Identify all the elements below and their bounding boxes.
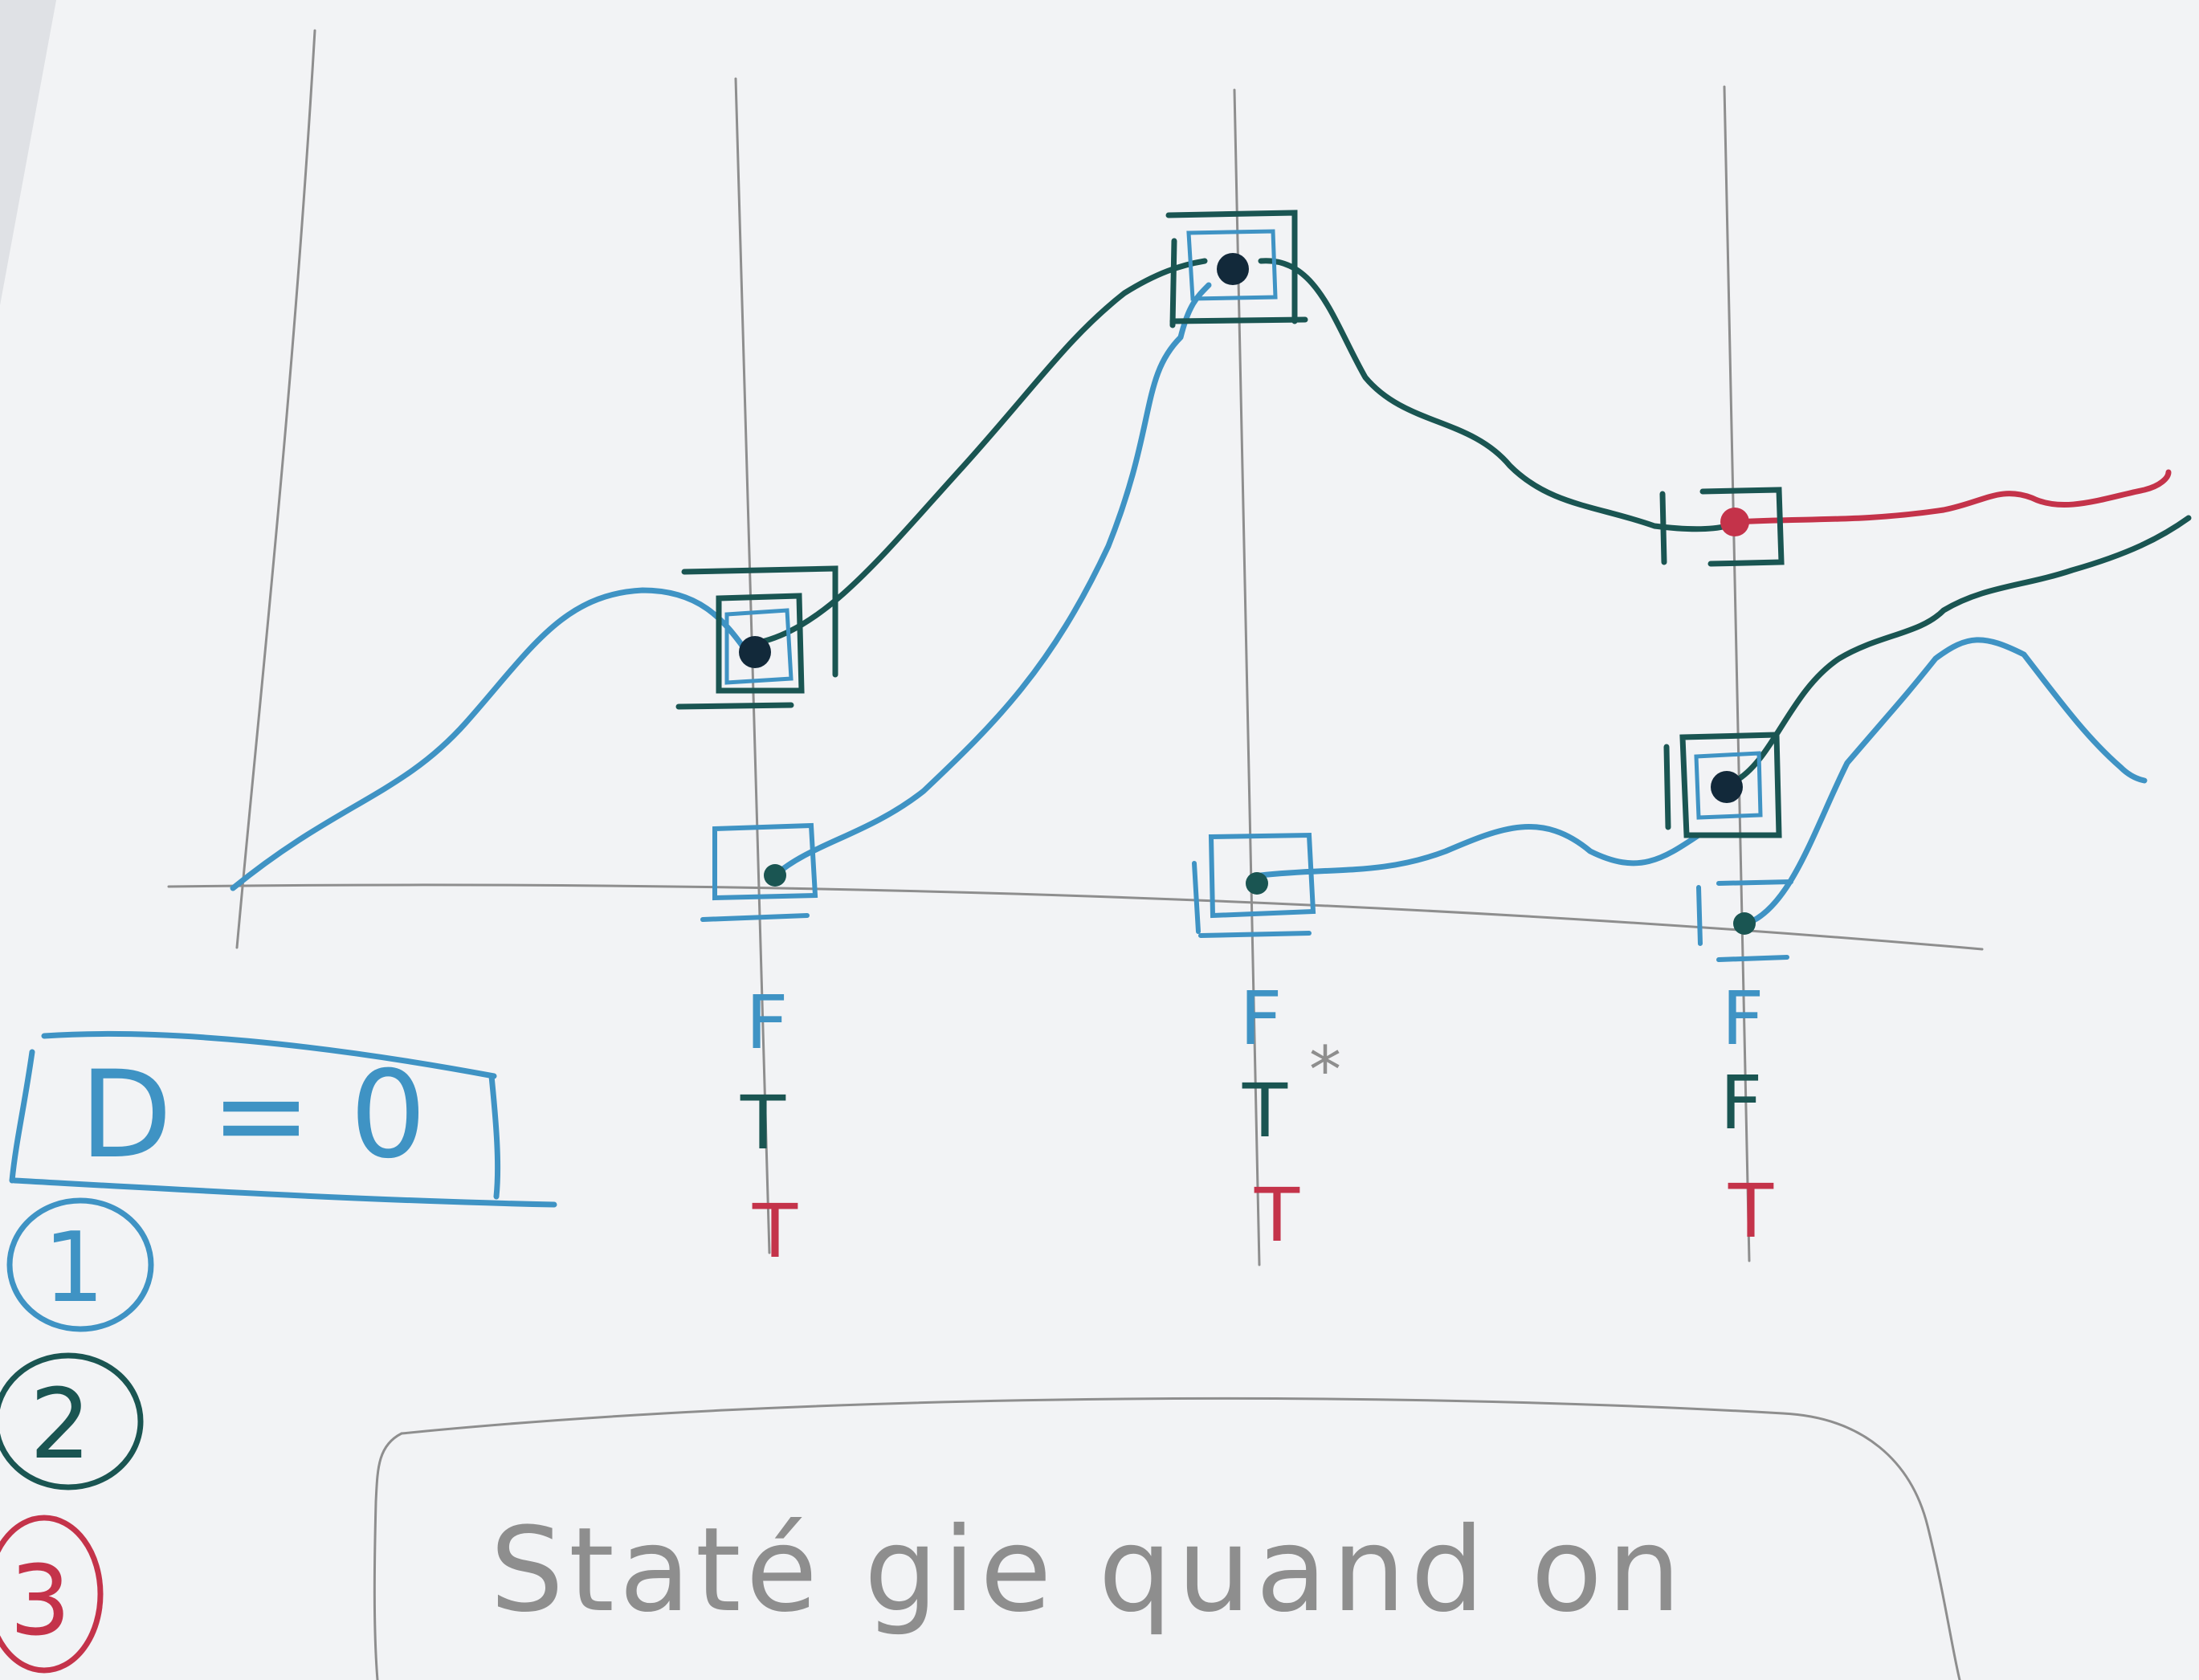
node-frame-top bbox=[1716, 879, 1793, 886]
pencil-note-text: Staté gie quand on bbox=[490, 1503, 1686, 1638]
node-frame-underline bbox=[1716, 955, 1789, 962]
col2-red-letter: T bbox=[1254, 1172, 1300, 1258]
legend-title: D = 0 bbox=[80, 1046, 426, 1185]
col3-green-letter: F bbox=[1720, 1060, 1763, 1146]
node-frame-left bbox=[1169, 238, 1177, 328]
legend-number: 3 bbox=[10, 1546, 71, 1658]
photo-of-notebook-sketch: F T T F * T T F F T D = 0 1 2 3 Staté gi… bbox=[0, 0, 2199, 1680]
col2-blue-letter: F bbox=[1240, 976, 1283, 1062]
node-dot bbox=[764, 864, 786, 887]
col1-red-letter: T bbox=[752, 1189, 798, 1274]
col2-star: * bbox=[1309, 1033, 1341, 1107]
node-dot bbox=[1720, 508, 1749, 536]
node-dot bbox=[1217, 253, 1249, 285]
node-frame-underline bbox=[1169, 316, 1308, 324]
paper-sheet bbox=[0, 0, 2199, 1680]
node-frame-left bbox=[1696, 885, 1703, 946]
col1-green-letter: T bbox=[740, 1080, 786, 1166]
legend-number: 1 bbox=[43, 1213, 104, 1324]
node-frame-underline bbox=[1198, 931, 1312, 938]
node-dot bbox=[1733, 912, 1756, 935]
node-dot bbox=[739, 636, 771, 668]
node-frame-underline bbox=[675, 702, 794, 710]
col1-blue-letter: F bbox=[746, 980, 789, 1066]
col3-red-letter: T bbox=[1728, 1168, 1774, 1254]
notebook-page: F T T F * T T F F T D = 0 1 2 3 Staté gi… bbox=[0, 0, 2199, 1680]
legend-number: 2 bbox=[30, 1369, 91, 1481]
col3-blue-letter: F bbox=[1722, 976, 1765, 1062]
node-dot bbox=[1711, 771, 1743, 803]
node-dot bbox=[1246, 872, 1268, 895]
node-frame-left bbox=[1659, 491, 1667, 565]
node-frame-left bbox=[1663, 744, 1671, 830]
col2-green-letter: T bbox=[1242, 1068, 1288, 1154]
